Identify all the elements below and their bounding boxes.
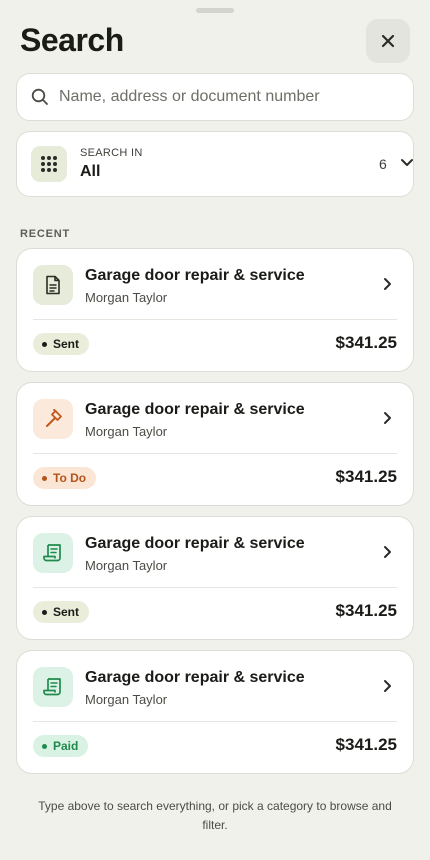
status-badge: To Do (33, 467, 97, 489)
item-title: Garage door repair & service (85, 535, 305, 552)
page-title: Search (20, 22, 124, 58)
search-field[interactable] (16, 73, 414, 121)
scope-count: 6 (379, 156, 387, 172)
item-title: Garage door repair & service (85, 401, 305, 418)
item-subtitle: Morgan Taylor (85, 558, 168, 573)
close-icon (381, 34, 395, 48)
status-badge: Sent (33, 601, 90, 623)
card-divider (33, 721, 397, 722)
status-badge: Paid (33, 735, 89, 757)
item-amount: $341.25 (335, 333, 397, 352)
grid-icon (31, 146, 67, 182)
chevron-right-icon (384, 546, 391, 558)
chevron-right-icon (384, 680, 391, 692)
search-scope-selector[interactable]: SEARCH IN All 6 (16, 131, 414, 197)
item-amount: $341.25 (335, 601, 397, 620)
search-input[interactable] (59, 88, 389, 106)
footer-hint: Type above to search everything, or pick… (38, 799, 392, 832)
item-title: Garage door repair & service (85, 669, 305, 686)
card-divider (33, 319, 397, 320)
invoice-icon (33, 533, 73, 573)
status-badge: Sent (33, 333, 90, 355)
chevron-right-icon (384, 278, 391, 290)
recent-section-label: RECENT (20, 228, 71, 240)
document-icon (33, 265, 73, 305)
close-button[interactable] (366, 19, 410, 63)
chevron-right-icon (384, 412, 391, 424)
invoice-icon (33, 667, 73, 707)
card-divider (33, 453, 397, 454)
hammer-icon (33, 399, 73, 439)
recent-item[interactable]: Garage door repair & service Morgan Tayl… (16, 248, 414, 372)
recent-item[interactable]: Garage door repair & service Morgan Tayl… (16, 382, 414, 506)
chevron-down-icon (401, 159, 413, 166)
sheet-grabber[interactable] (196, 8, 234, 13)
scope-caption: SEARCH IN (80, 147, 143, 159)
search-icon (31, 88, 48, 105)
search-sheet: Search SEARCH IN All 6 RECENT (0, 0, 430, 860)
item-subtitle: Morgan Taylor (85, 424, 168, 439)
recent-item[interactable]: Garage door repair & service Morgan Tayl… (16, 516, 414, 640)
card-divider (33, 587, 397, 588)
item-title: Garage door repair & service (85, 267, 305, 284)
scope-value: All (80, 163, 101, 180)
item-amount: $341.25 (335, 467, 397, 486)
item-subtitle: Morgan Taylor (85, 290, 168, 305)
recent-item[interactable]: Garage door repair & service Morgan Tayl… (16, 650, 414, 774)
item-amount: $341.25 (335, 735, 397, 754)
item-subtitle: Morgan Taylor (85, 692, 168, 707)
